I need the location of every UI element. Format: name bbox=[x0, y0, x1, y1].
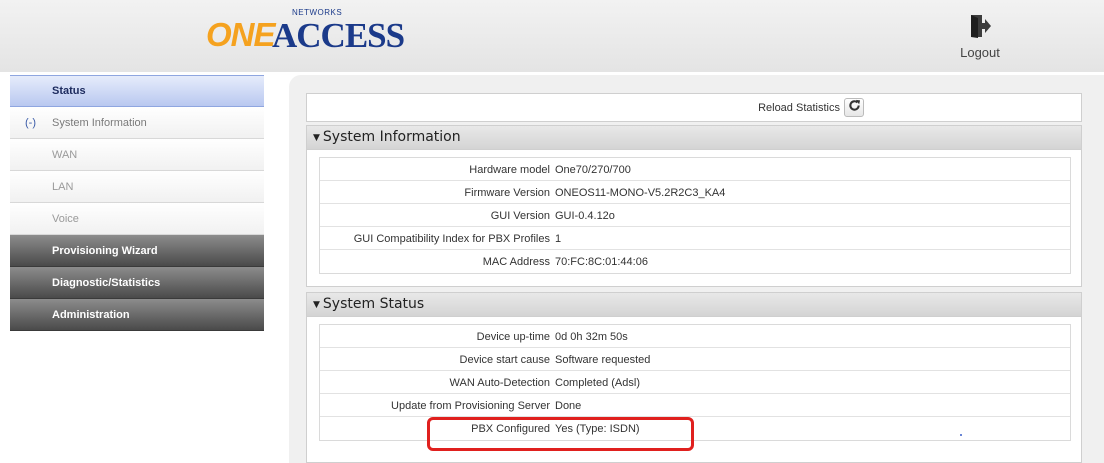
table-row: Device start cause Software requested bbox=[320, 348, 1070, 371]
collapse-toggle[interactable]: (-) bbox=[25, 117, 36, 129]
system-information-section-header[interactable]: ▼ System Information bbox=[306, 125, 1082, 150]
logout-button[interactable]: Logout bbox=[955, 13, 1005, 60]
row-label: Firmware Version bbox=[464, 187, 550, 199]
section-title: System Information bbox=[322, 129, 461, 145]
row-value: Done bbox=[555, 400, 582, 412]
row-value: ONEOS11-MONO-V5.2R2C3_KA4 bbox=[555, 187, 726, 199]
row-value: 0d 0h 32m 50s bbox=[555, 331, 628, 343]
reload-button[interactable] bbox=[844, 98, 864, 117]
logo-networks-text: NETWORKS bbox=[292, 8, 343, 17]
sidebar-item-label: Diagnostic/Statistics bbox=[52, 276, 161, 289]
reload-statistics-label: Reload Statistics bbox=[758, 102, 840, 114]
sidebar-item-label: Voice bbox=[52, 212, 79, 225]
sidebar-item-administration[interactable]: Administration bbox=[10, 299, 264, 331]
refresh-icon bbox=[848, 99, 861, 117]
row-label: Device start cause bbox=[459, 354, 550, 366]
table-row: GUI Version GUI-0.4.12o bbox=[320, 204, 1070, 227]
sidebar-item-label: Provisioning Wizard bbox=[52, 244, 158, 257]
row-value: 70:FC:8C:01:44:06 bbox=[555, 256, 648, 268]
sidebar-item-label: System Information bbox=[52, 116, 147, 129]
row-value: 1 bbox=[555, 233, 562, 245]
sidebar-item-provisioning-wizard[interactable]: Provisioning Wizard bbox=[10, 235, 264, 267]
sidebar-item-voice[interactable]: Voice bbox=[10, 203, 264, 235]
system-status-section: Device up-time 0d 0h 32m 50s Device star… bbox=[306, 317, 1082, 463]
reload-statistics-row: Reload Statistics bbox=[306, 93, 1082, 122]
sidebar-item-system-information[interactable]: (-) System Information bbox=[10, 107, 264, 139]
sidebar-item-label: Status bbox=[52, 85, 86, 97]
row-label: Device up-time bbox=[476, 331, 550, 343]
table-row: GUI Compatibility Index for PBX Profiles… bbox=[320, 227, 1070, 250]
row-value: GUI-0.4.12o bbox=[555, 210, 615, 222]
table-row: MAC Address 70:FC:8C:01:44:06 bbox=[320, 250, 1070, 273]
row-value: Software requested bbox=[555, 354, 651, 366]
section-title: System Status bbox=[322, 296, 425, 312]
sidebar-item-lan[interactable]: LAN bbox=[10, 171, 264, 203]
sidebar-item-wan[interactable]: WAN bbox=[10, 139, 264, 171]
row-label: Hardware model bbox=[469, 164, 550, 176]
row-label: MAC Address bbox=[482, 256, 550, 268]
table-row: Device up-time 0d 0h 32m 50s bbox=[320, 325, 1070, 348]
sidebar: Status (-) System Information WAN LAN Vo… bbox=[10, 75, 264, 331]
decorative-dot bbox=[960, 434, 962, 436]
collapse-caret-icon: ▼ bbox=[313, 133, 320, 143]
logo-access-text: ACCESS bbox=[272, 16, 405, 55]
pbx-configured-highlight bbox=[427, 417, 694, 451]
row-label: WAN Auto-Detection bbox=[449, 377, 550, 389]
sidebar-item-diagnostic-statistics[interactable]: Diagnostic/Statistics bbox=[10, 267, 264, 299]
sidebar-item-label: LAN bbox=[52, 180, 74, 193]
sidebar-item-status[interactable]: Status bbox=[10, 75, 264, 107]
table-row: WAN Auto-Detection Completed (Adsl) bbox=[320, 371, 1070, 394]
table-row: Update from Provisioning Server Done bbox=[320, 394, 1070, 417]
table-row: Hardware model One70/270/700 bbox=[320, 158, 1070, 181]
logout-icon bbox=[968, 15, 992, 43]
row-value: Completed (Adsl) bbox=[555, 377, 640, 389]
row-label: GUI Compatibility Index for PBX Profiles bbox=[353, 233, 550, 245]
system-information-table: Hardware model One70/270/700 Firmware Ve… bbox=[319, 157, 1071, 274]
collapse-caret-icon: ▼ bbox=[313, 300, 320, 310]
system-status-section-header[interactable]: ▼ System Status bbox=[306, 292, 1082, 317]
sidebar-item-label: WAN bbox=[52, 148, 78, 161]
row-label: Update from Provisioning Server bbox=[391, 400, 550, 412]
row-label: GUI Version bbox=[490, 210, 550, 222]
header: ONE ACCESS NETWORKS Logout bbox=[0, 0, 1104, 72]
sidebar-item-label: Administration bbox=[52, 308, 130, 321]
main-panel: Reload Statistics ▼ System Information Ha… bbox=[289, 75, 1104, 463]
row-value: One70/270/700 bbox=[555, 164, 631, 176]
table-row: Firmware Version ONEOS11-MONO-V5.2R2C3_K… bbox=[320, 181, 1070, 204]
system-information-section: Hardware model One70/270/700 Firmware Ve… bbox=[306, 150, 1082, 287]
logo-one-text: ONE bbox=[206, 16, 276, 53]
logout-label: Logout bbox=[960, 45, 1000, 60]
